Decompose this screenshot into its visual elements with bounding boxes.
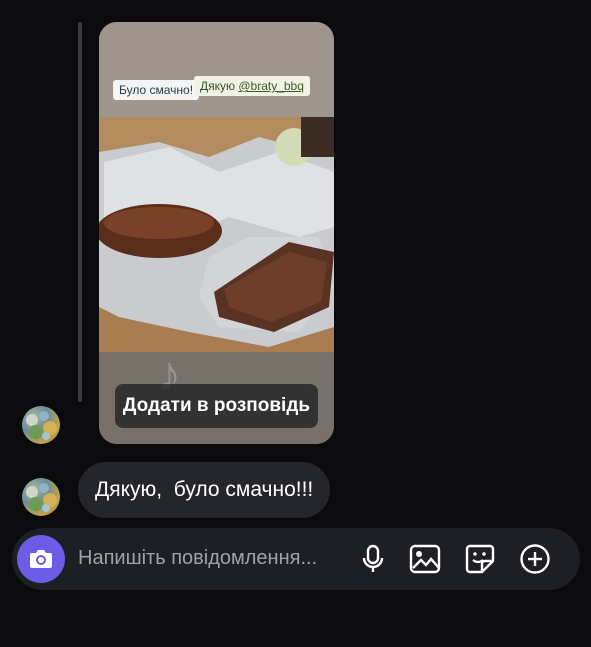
message-input[interactable]: Напишіть повідомлення...: [78, 547, 317, 570]
microphone-icon: [362, 544, 384, 572]
mention-prefix: Дякую: [200, 79, 239, 93]
message-bubble[interactable]: Дякую, було смачно!!!: [78, 462, 331, 518]
story-mention-sticker: Дякую @braty_bbq: [194, 76, 310, 96]
sender-avatar[interactable]: [22, 406, 60, 444]
camera-icon: [30, 550, 52, 568]
avatar-image: [26, 483, 57, 512]
sticker-button[interactable]: [463, 542, 497, 576]
image-gallery-icon: [409, 544, 441, 574]
gallery-button[interactable]: [408, 542, 442, 576]
avatar-image: [26, 411, 57, 440]
message-composer: Напишіть повідомлення...: [12, 528, 580, 590]
sender-avatar[interactable]: [22, 478, 60, 516]
story-text-sticker: Було смачно!: [113, 80, 200, 100]
add-to-story-button[interactable]: Додати в розповідь: [115, 384, 318, 428]
story-photo: [99, 117, 334, 352]
shared-story-card[interactable]: Було смачно! Дякую @braty_bbq ♪ Додати в…: [99, 22, 334, 444]
reply-thread-line: [78, 22, 82, 402]
camera-button[interactable]: [17, 535, 65, 583]
more-options-button[interactable]: [518, 542, 552, 576]
story-top-area: [99, 22, 334, 117]
plus-circle-icon: [520, 544, 550, 574]
mention-handle[interactable]: @braty_bbq: [238, 79, 304, 93]
sticker-icon: [465, 544, 495, 574]
microphone-button[interactable]: [356, 542, 390, 576]
